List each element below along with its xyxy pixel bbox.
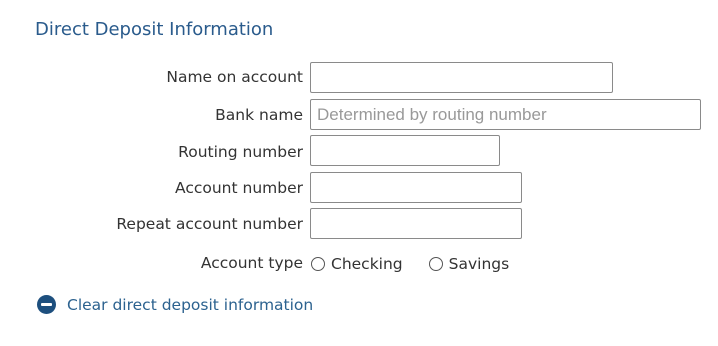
section-title: Direct Deposit Information: [35, 19, 274, 40]
clear-direct-deposit-link[interactable]: Clear direct deposit information: [37, 295, 313, 314]
account-number-label: Account number: [174, 179, 303, 197]
account-type-label: Account type: [200, 254, 303, 272]
savings-radio-label[interactable]: Savings: [449, 255, 510, 273]
checking-radio-label[interactable]: Checking: [331, 255, 403, 273]
name-on-account-label: Name on account: [166, 68, 303, 86]
savings-radio-option[interactable]: Savings: [428, 255, 510, 273]
repeat-account-number-label: Repeat account number: [116, 215, 303, 233]
minus-circle-icon[interactable]: [37, 295, 56, 314]
savings-radio-button[interactable]: [428, 257, 443, 271]
routing-number-label: Routing number: [178, 143, 303, 161]
checking-radio-option[interactable]: Checking: [311, 255, 403, 273]
checking-radio-button[interactable]: [311, 257, 325, 271]
repeat-account-number-input[interactable]: [310, 208, 522, 239]
account-type-radio-group: Checking Savings: [311, 253, 509, 275]
clear-direct-deposit-label[interactable]: Clear direct deposit information: [67, 296, 313, 314]
name-on-account-input[interactable]: [310, 62, 613, 93]
account-number-input[interactable]: [310, 172, 522, 203]
bank-name-input[interactable]: [310, 99, 701, 130]
bank-name-label: Bank name: [215, 106, 303, 124]
routing-number-input[interactable]: [310, 135, 500, 166]
